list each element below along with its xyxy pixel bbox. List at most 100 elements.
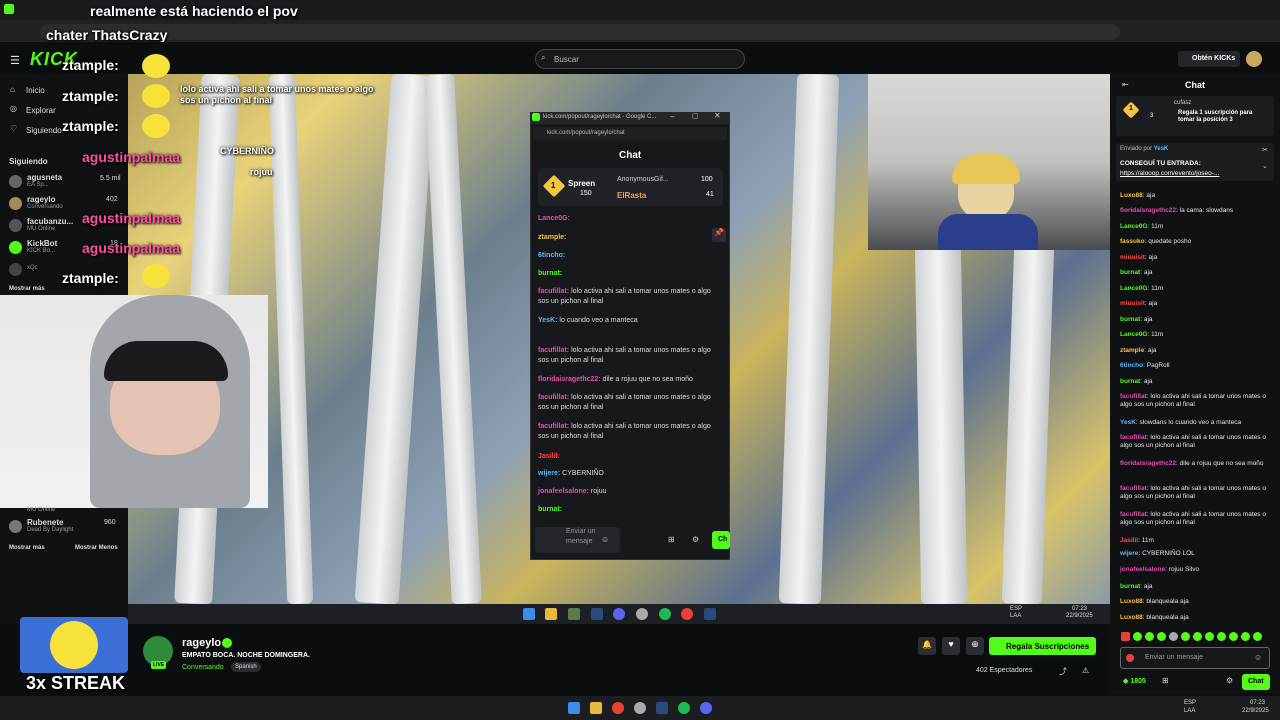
chat-text: 11m [1141, 537, 1154, 544]
chat-username[interactable]: Lance0G [1120, 223, 1147, 230]
top-gifter-name: Spreen [568, 179, 596, 188]
close-icon[interactable]: ✕ [714, 111, 721, 120]
heart-icon[interactable]: ♥ [942, 637, 960, 655]
gift-icon[interactable]: ⊕ [966, 637, 984, 655]
show-more-link[interactable]: Mostrar más [9, 545, 45, 551]
keyboard-layout: LAA [1010, 613, 1022, 619]
folder-icon[interactable] [590, 702, 602, 714]
chat-username[interactable]: facufillat [1120, 393, 1147, 400]
discord-icon[interactable] [700, 702, 712, 714]
chat-username[interactable]: jonafeelsalone [1120, 566, 1165, 573]
minimize-icon[interactable]: – [670, 112, 674, 121]
chat-username[interactable]: burnat [1120, 583, 1140, 590]
gear-icon[interactable]: ⚙ [692, 535, 699, 544]
promo-link[interactable]: https://alooop.com/evento/joseo-... [1120, 170, 1219, 177]
chat-username[interactable]: floridaisragethc22 [1120, 207, 1176, 214]
chat-username[interactable]: facufillat [1120, 434, 1147, 441]
chat-username[interactable]: miuuisit [1120, 254, 1145, 261]
share-icon[interactable]: ⤴ [1059, 666, 1067, 677]
overlay-chat-message: lolo activa ahi sali a tomar unos mates … [180, 84, 374, 105]
obs-icon[interactable] [634, 702, 646, 714]
chat-username[interactable]: Jasilil [1120, 537, 1138, 544]
channel-category: MU Online [27, 507, 56, 513]
address-bar[interactable] [40, 24, 1120, 40]
gifter-count: 41 [706, 191, 714, 198]
keyboard-lang[interactable]: ESP [1184, 700, 1196, 706]
streak-emote [20, 617, 128, 673]
unpin-icon[interactable]: ✂ [1262, 146, 1268, 154]
chat-message: floridaisragethc22: dile a rojuu que no … [1120, 460, 1264, 467]
chevron-down-icon[interactable]: ⌄ [1262, 162, 1268, 170]
maximize-icon[interactable]: ▢ [692, 112, 699, 120]
gift-icon[interactable]: ⊞ [1162, 676, 1169, 685]
gear-icon[interactable]: ⚙ [1226, 676, 1233, 685]
minion-emote-icon [142, 84, 170, 108]
chat-message: Lance0G: 11m [1120, 331, 1164, 338]
chat-message: 6tincho: [538, 252, 566, 259]
windows-icon[interactable] [568, 702, 580, 714]
steam-icon[interactable] [656, 702, 668, 714]
chat-username[interactable]: facufillat [1120, 511, 1147, 518]
chat-username[interactable]: Luxo88 [1120, 598, 1143, 605]
sidebar-item-explorar[interactable]: Explorar [26, 106, 56, 115]
chat-text: blanqueala aja [1146, 598, 1189, 605]
avatar[interactable] [1246, 51, 1262, 67]
gift-subs-button[interactable]: Regala Suscripciones [989, 637, 1096, 655]
sidebar-item-siguiendo[interactable]: Siguiendo [26, 126, 62, 135]
home-icon: ⌂ [10, 85, 15, 94]
emoji-icon[interactable]: ☺ [601, 535, 609, 544]
chat-username[interactable]: burnat [1120, 378, 1140, 385]
chat-username[interactable]: burnat [1120, 316, 1140, 323]
gift-prompt[interactable]: Regala 1 suscripción para tomar la posic… [1178, 110, 1270, 124]
send-chat-button[interactable]: Chat [1242, 674, 1270, 690]
show-less-link[interactable]: Mostrar Menos [75, 545, 118, 551]
chat-username[interactable]: Luxo88 [1120, 614, 1143, 621]
stream-category-link[interactable]: Conversando [182, 664, 224, 671]
gift-icon[interactable]: ⊞ [668, 535, 675, 544]
chrome-icon[interactable] [612, 702, 624, 714]
chat-username[interactable]: fassuko [1120, 238, 1145, 245]
send-chat-button[interactable]: Ch [712, 531, 730, 549]
get-kicks-button[interactable]: Obtén KICKs [1178, 51, 1240, 67]
chat-username[interactable]: 6tincho [1120, 362, 1143, 369]
chat-username[interactable]: facufillat [1120, 485, 1147, 492]
collapse-chat-icon[interactable]: ⇤ [1122, 80, 1129, 89]
gifter-name: cufasz [1174, 100, 1192, 106]
avatar [9, 241, 22, 254]
hamburger-menu-icon[interactable]: ☰ [10, 54, 20, 67]
bell-icon[interactable]: 🔔 [918, 637, 936, 655]
viewer-count: 402 [106, 196, 118, 203]
chat-username[interactable]: burnat [1120, 269, 1140, 276]
sidebar-item-inicio[interactable]: Inicio [26, 86, 45, 95]
gifter-name: ElRasta [617, 191, 647, 200]
chat-username[interactable]: ztample [1120, 347, 1144, 354]
chat-username[interactable]: Lance0G [1120, 331, 1147, 338]
emoji-icon[interactable]: ☺ [1254, 653, 1262, 662]
language-tag[interactable]: Spanish [231, 662, 261, 672]
chat-username[interactable]: wijere [1120, 550, 1138, 557]
chat-message: facufillat: lolo activa ahi sali a tomar… [1120, 485, 1266, 500]
report-icon[interactable]: ⚠ [1082, 666, 1089, 675]
kicks-balance[interactable]: ◆ 1805 [1123, 677, 1146, 685]
clock-time[interactable]: 07:23 [1250, 700, 1265, 706]
show-more-link[interactable]: Mostrar más [9, 286, 45, 292]
chat-username[interactable]: miuuisit [1120, 300, 1145, 307]
top-gifters-panel [538, 168, 723, 206]
popout-window-title: kick.com/popout/rageylo/chat - Google C.… [543, 114, 657, 120]
chat-username[interactable]: floridaisragethc22 [1120, 460, 1176, 467]
spotify-icon[interactable] [678, 702, 690, 714]
pinned-sent-by: Enviado por YesK [1120, 146, 1169, 152]
chat-username[interactable]: Luxo88 [1120, 192, 1143, 199]
streak-label: 3x STREAK [26, 673, 126, 693]
chat-message: facufillat: lolo activa ahi sali a tomar… [538, 347, 711, 364]
channel-category: Dead By Daylight [27, 527, 74, 533]
chat-username[interactable]: Lance0G [1120, 285, 1147, 292]
chat-text: blanqueala aja [1146, 614, 1189, 621]
chat-username[interactable]: YesK [1120, 419, 1136, 426]
overlay-chat-line-1: realmente está haciendo el pov [90, 3, 298, 19]
channel-name[interactable]: rageylo [182, 637, 221, 649]
avatar [9, 197, 22, 210]
search-input[interactable]: Buscar [535, 49, 745, 69]
chat-message: wijere: CYBERNIÑO LOL [1120, 550, 1195, 557]
app-icon [568, 608, 580, 620]
